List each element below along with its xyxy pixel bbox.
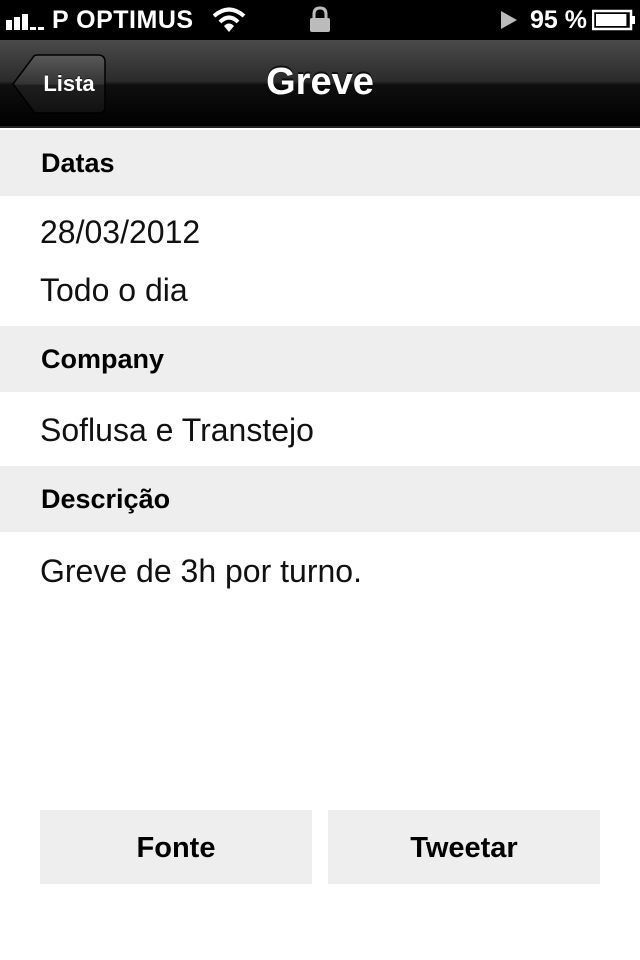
status-bar: P OPTIMUS 95 % — [0, 0, 640, 40]
carrier-name: P OPTIMUS — [52, 6, 194, 34]
event-time: Todo o dia — [40, 272, 188, 308]
battery-percent: 95 % — [530, 6, 587, 34]
back-button-label: Lista — [43, 71, 95, 96]
section-header-dates: Datas — [0, 130, 640, 196]
wifi-icon — [212, 7, 246, 32]
tweet-button[interactable]: Tweetar — [328, 810, 600, 884]
section-header-company: Company — [0, 326, 640, 392]
back-button[interactable]: Lista — [12, 54, 106, 114]
page-title: Greve — [266, 61, 374, 103]
lock-icon — [310, 6, 330, 32]
signal-icon — [6, 8, 50, 30]
event-date: 28/03/2012 — [40, 214, 201, 250]
source-button[interactable]: Fonte — [40, 810, 312, 884]
section-header-description: Descrição — [0, 466, 640, 532]
battery-icon — [592, 9, 635, 31]
play-icon — [501, 11, 517, 29]
company-value: Soflusa e Transtejo — [40, 412, 314, 448]
navigation-bar: Lista Greve — [0, 40, 640, 128]
description-value: Greve de 3h por turno. — [40, 553, 362, 589]
